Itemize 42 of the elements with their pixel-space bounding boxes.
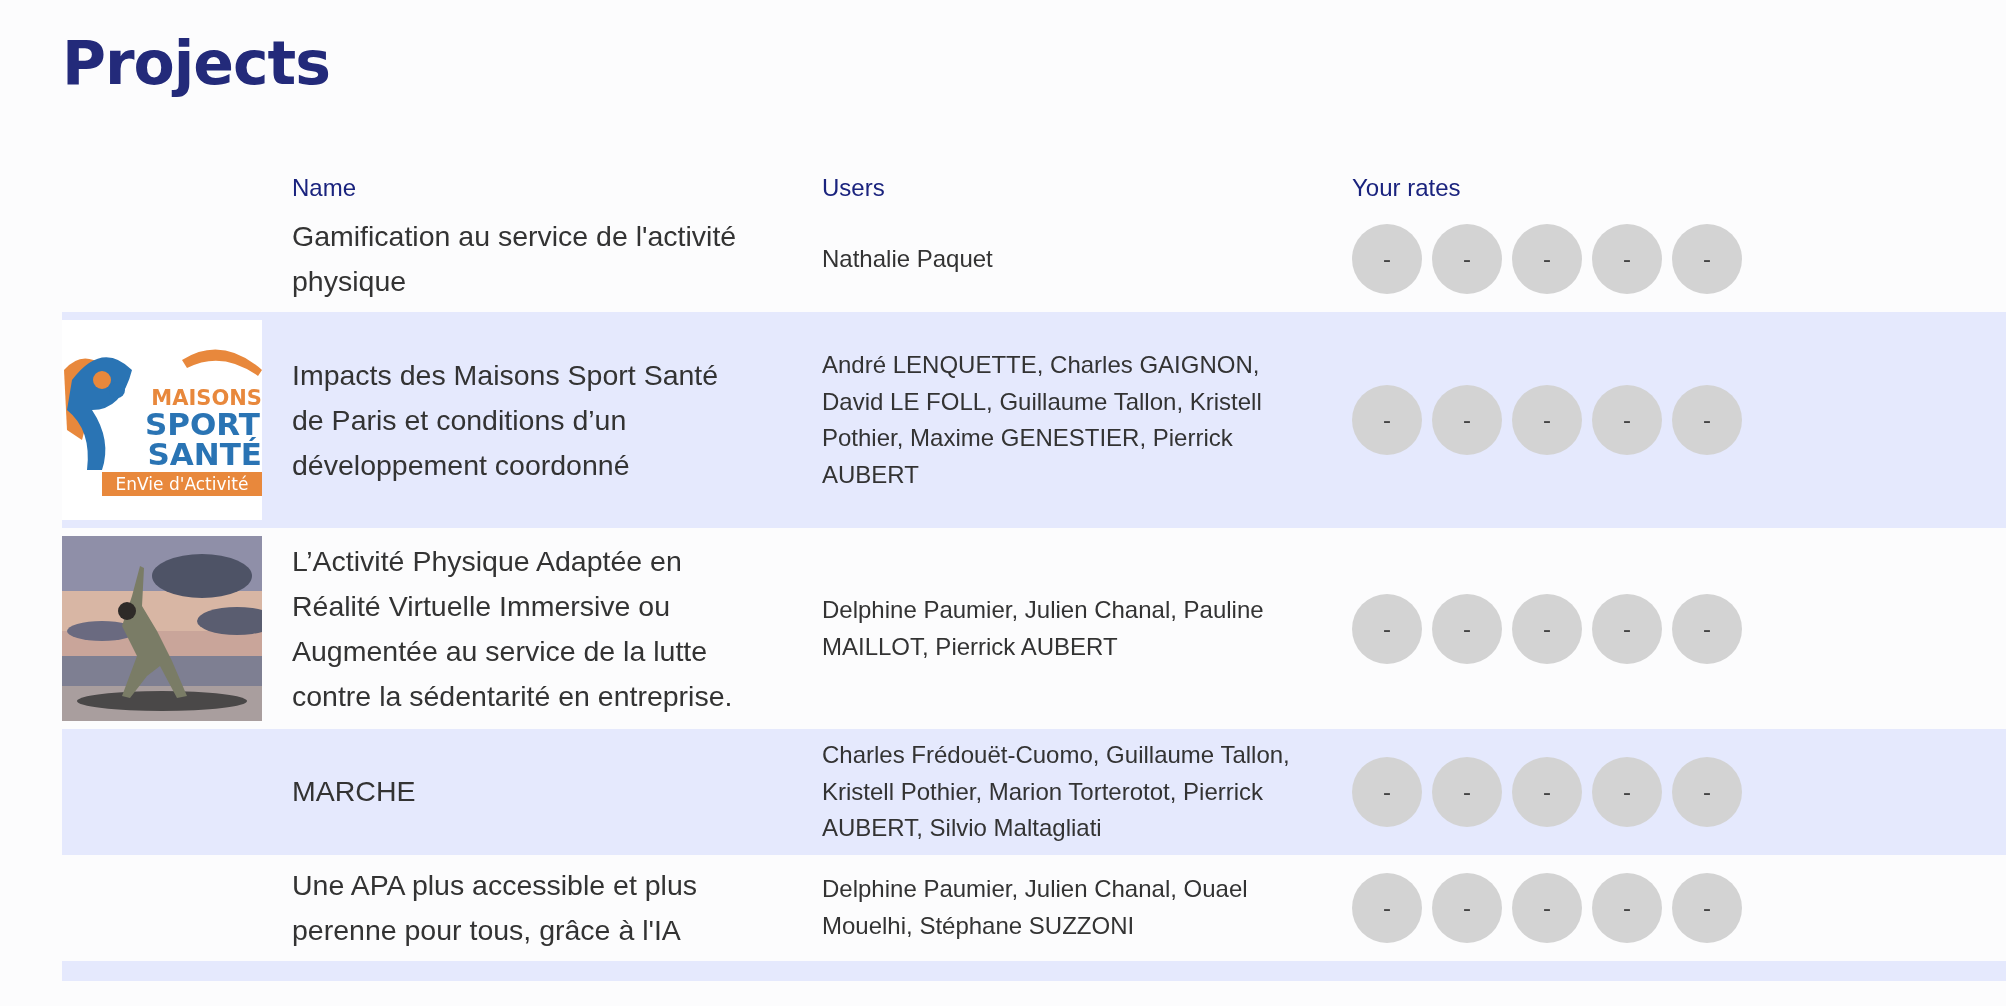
project-name: Une APA plus accessible et plus perenne pour tous, grâce à l'IA: [292, 867, 699, 948]
rate-button[interactable]: -: [1432, 872, 1502, 943]
rate-button[interactable]: -: [1352, 593, 1422, 664]
page-title: Projects: [62, 28, 331, 98]
project-name: Impacts des Maisons Sport Santé de Paris et conditions d’un développement coordonné: [292, 357, 720, 483]
rate-button[interactable]: -: [1672, 224, 1742, 294]
rate-button[interactable]: -: [1592, 224, 1662, 294]
rate-button[interactable]: -: [1432, 385, 1502, 455]
rate-button[interactable]: -: [1512, 385, 1582, 455]
rate-button[interactable]: -: [1592, 593, 1662, 664]
rate-button[interactable]: -: [1512, 224, 1582, 294]
rate-button[interactable]: -: [1512, 593, 1582, 664]
rate-button[interactable]: -: [1672, 756, 1742, 827]
logo-text: SANTÉ: [147, 436, 262, 472]
project-name: Gamification au service de l'activité physique: [292, 219, 738, 299]
rate-button[interactable]: -: [1352, 224, 1422, 294]
column-header: Your rates: [1352, 174, 1461, 201]
column-header: Name: [292, 174, 357, 201]
rate-button[interactable]: -: [1512, 872, 1582, 943]
rate-button[interactable]: -: [1672, 385, 1742, 455]
project-users: Nathalie Paquet: [822, 243, 993, 274]
rate-button[interactable]: -: [1592, 872, 1662, 943]
rate-button[interactable]: -: [1432, 224, 1502, 294]
rate-button[interactable]: -: [1432, 756, 1502, 827]
rate-button[interactable]: -: [1512, 756, 1582, 827]
project-users: Charles Frédouët-Cuomo, Guillaume Tallon, Kristell Pothier, Marion Torterotot, Pierrick AUBERT, Silvio Maltagliati: [822, 740, 1291, 843]
project-users: André LENQUETTE, Charles GAIGNON, David LE FOLL, Guillaume Tallon, Kristell Pothier, Maxime GENESTIER, Pierrick AUBERT: [822, 350, 1263, 490]
logo-text: MAISONS: [151, 386, 262, 410]
project-users: Delphine Paumier, Julien Chanal, Pauline MAILLOT, Pierrick AUBERT: [822, 595, 1265, 662]
logo-text: EnVie d'Activité: [102, 472, 262, 496]
project-name: L’Activité Physique Adaptée en Réalité Virtuelle Immersive ou Augmentée au service de la lutte contre la sédentarité en entreprise.: [292, 543, 734, 714]
rate-button[interactable]: -: [1432, 593, 1502, 664]
rate-button[interactable]: -: [1352, 872, 1422, 943]
project-users: Delphine Paumier, Julien Chanal, Ouael Mouelhi, Stéphane SUZZONI: [822, 874, 1249, 941]
rate-button[interactable]: -: [1592, 756, 1662, 827]
column-header: Users: [822, 174, 885, 201]
rate-button[interactable]: -: [1672, 593, 1742, 664]
rate-button[interactable]: -: [1352, 385, 1422, 455]
project-name: MARCHE: [292, 774, 416, 810]
rate-button[interactable]: -: [1592, 385, 1662, 455]
rate-button[interactable]: -: [1672, 872, 1742, 943]
rate-button[interactable]: -: [1352, 756, 1422, 827]
